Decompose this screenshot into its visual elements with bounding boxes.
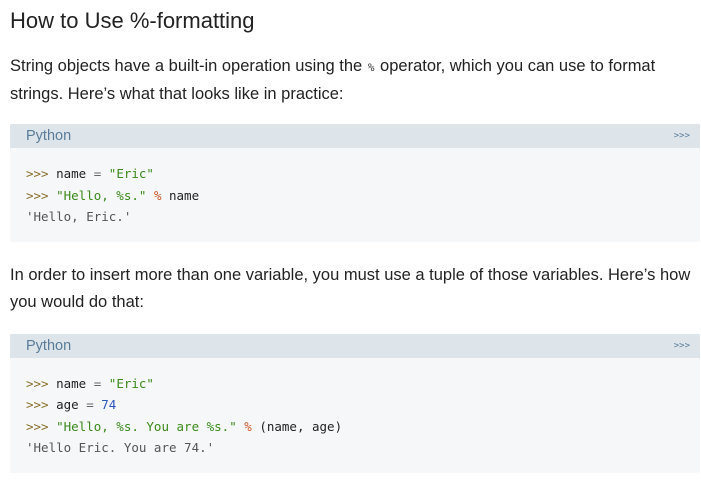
intro-paragraph: String objects have a built-in operation… (10, 53, 700, 108)
code-block-2: Python >>> >>> name = "Eric" >>> age = 7… (10, 333, 700, 473)
code-block-header: Python >>> (10, 333, 700, 358)
code-line: >>> name = "Eric" (26, 166, 154, 181)
article-section: How to Use %-formatting String objects h… (10, 0, 700, 473)
tuple-paragraph: In order to insert more than one variabl… (10, 265, 691, 311)
code-block-1: Python >>> >>> name = "Eric" >>> "Hello,… (10, 124, 700, 242)
code-line: >>> age = 74 (26, 397, 117, 412)
code-language-label: Python (26, 337, 72, 354)
code-body: >>> name = "Eric" >>> age = 74 >>> "Hell… (10, 358, 700, 473)
code-output-line: 'Hello Eric. You are 74.' (26, 440, 215, 455)
inline-code-percent: % (367, 61, 375, 74)
code-block-header: Python >>> (10, 124, 700, 148)
toggle-prompts-button[interactable]: >>> (674, 334, 690, 358)
code-language-label: Python (26, 128, 72, 144)
intro-text-before: String objects have a built-in operation… (10, 57, 363, 75)
code-line: >>> "Hello, %s." % name (26, 187, 200, 203)
code-output-line: 'Hello, Eric.' (26, 209, 132, 224)
code-body: >>> name = "Eric" >>> "Hello, %s." % nam… (10, 148, 700, 242)
toggle-prompts-button[interactable]: >>> (674, 124, 690, 148)
code-line: >>> name = "Eric" (26, 375, 154, 391)
code-line: >>> "Hello, %s. You are %s." % (name, ag… (26, 418, 343, 434)
section-heading: How to Use %-formatting (10, 8, 255, 33)
